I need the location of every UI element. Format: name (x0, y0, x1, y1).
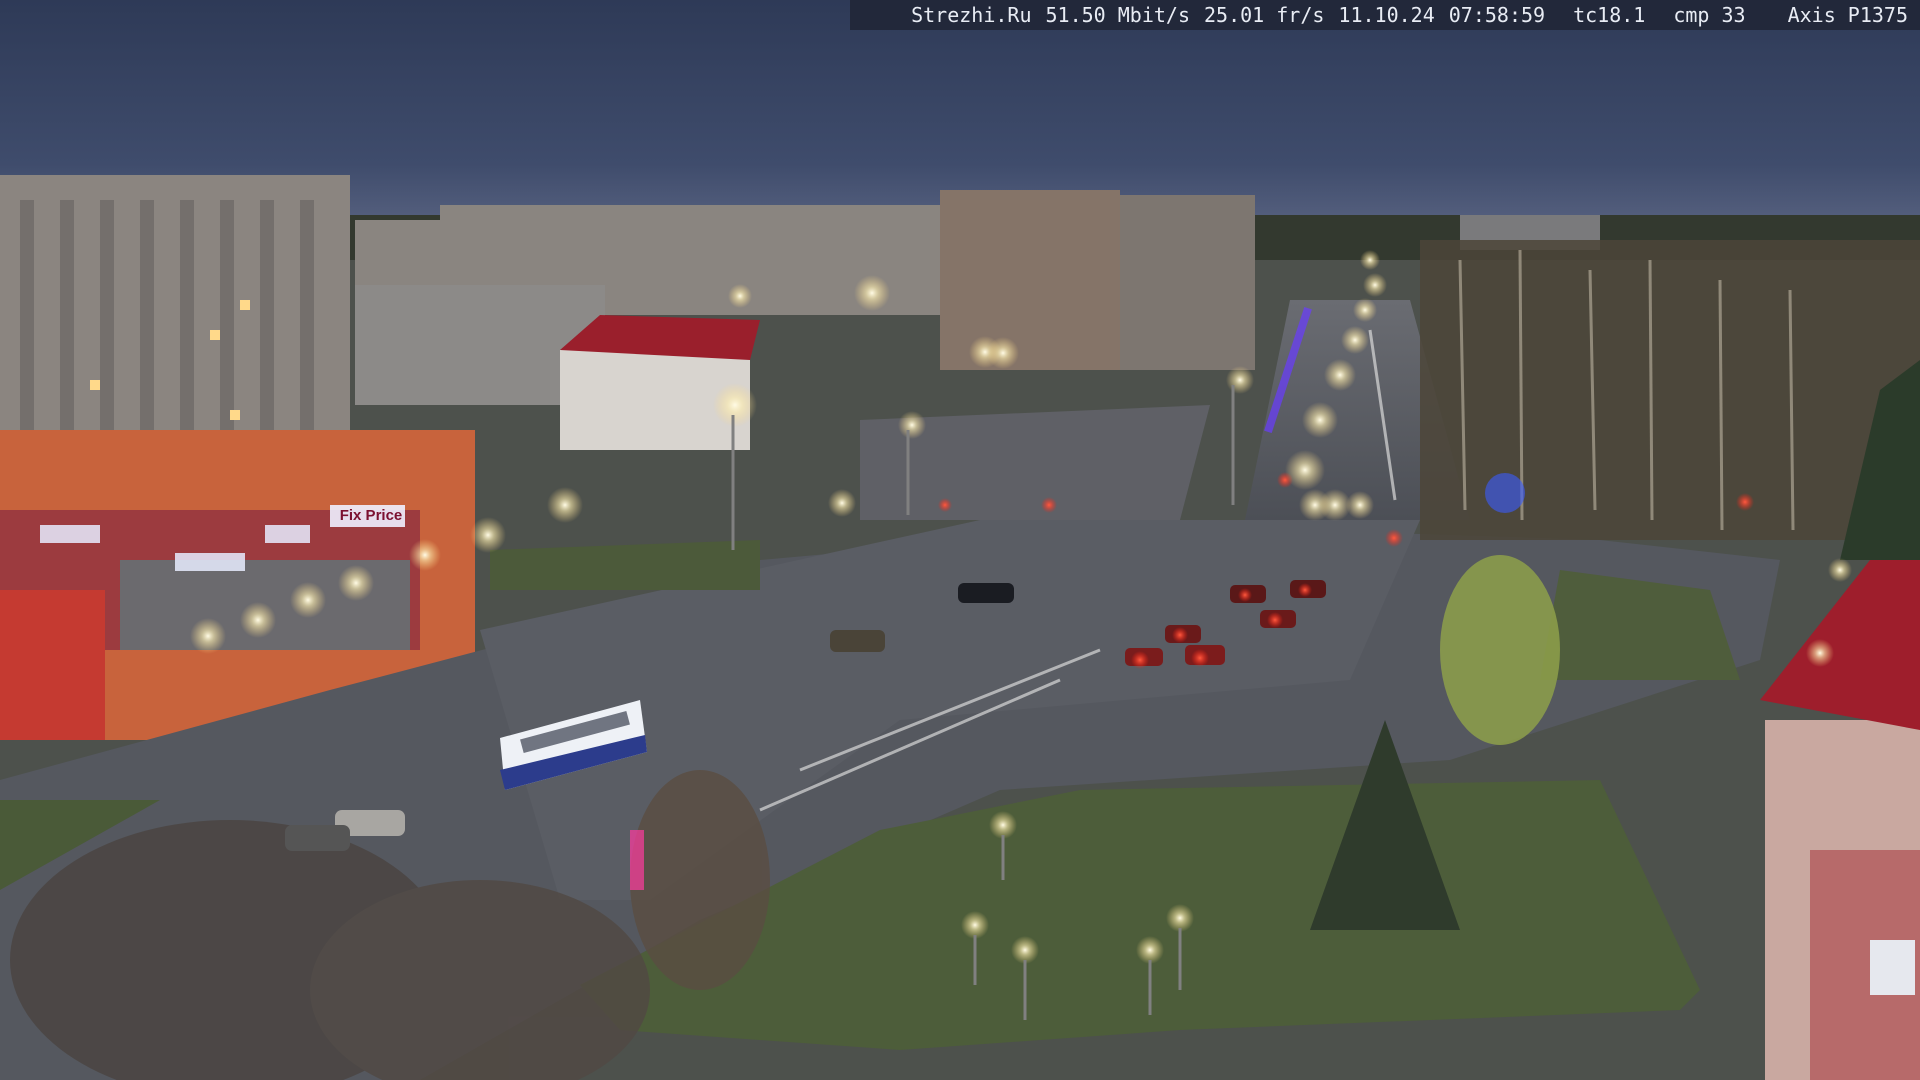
time: 07:58:59 (1448, 3, 1546, 27)
bitrate: 51.50 Mbit/s (1045, 3, 1191, 27)
street-scene (0, 0, 1920, 1080)
tc-value: tc18.1 (1573, 3, 1646, 27)
framerate: 25.01 fr/s (1204, 3, 1325, 27)
yellow-birch (1440, 555, 1560, 745)
right-birch-forest (1420, 240, 1920, 560)
date: 11.10.24 (1338, 3, 1435, 27)
camera-view: Strezhi.Ru 51.50 Mbit/s 25.01 fr/s 11.10… (0, 0, 1920, 1080)
camera-model: Axis P1375 (1787, 3, 1908, 27)
site-name: Strezhi.Ru (911, 3, 1032, 27)
cmp-value: cmp 33 (1673, 3, 1746, 27)
storefront-sign: Fix Price (339, 507, 403, 524)
camera-info-overlay: Strezhi.Ru 51.50 Mbit/s 25.01 fr/s 11.10… (850, 0, 1920, 30)
